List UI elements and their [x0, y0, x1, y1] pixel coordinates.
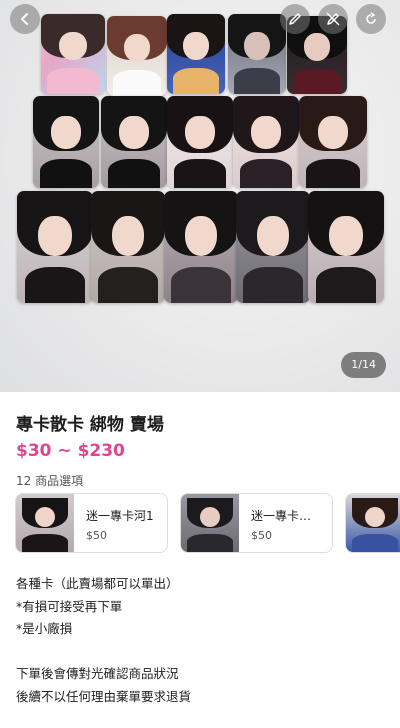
photo-card	[233, 96, 299, 188]
description-line	[16, 641, 191, 664]
option-count: 12 商品選項	[16, 474, 84, 488]
photo-card	[308, 191, 384, 303]
description-line: 後續不以任何理由棄單要求退貨	[16, 688, 192, 704]
description-line: *是小廠損	[16, 621, 73, 636]
photo-card	[91, 191, 165, 303]
product-photo-gallery[interactable]: 1/14	[0, 0, 400, 392]
product-title: 專卡散卡 綁物 賣場	[16, 415, 164, 435]
photo-card	[101, 96, 167, 188]
photo-card	[17, 191, 93, 303]
pencil-icon	[289, 13, 301, 25]
photo-card	[167, 14, 225, 94]
photo-card	[107, 16, 167, 96]
option-name: 迷一專卡河1	[86, 509, 154, 523]
photo-card	[167, 96, 233, 188]
photo-card	[299, 96, 367, 188]
product-option-card[interactable]: 迷一專卡河1 $50	[15, 493, 168, 553]
photo-card	[33, 96, 99, 188]
product-price: $30 ~ $230	[16, 441, 125, 461]
option-name: 迷一專卡…	[251, 509, 312, 523]
edit-alt-button[interactable]	[318, 4, 348, 34]
option-price: $50	[86, 529, 107, 542]
photo-card	[228, 14, 286, 94]
share-icon	[366, 12, 376, 24]
photo-card	[41, 14, 105, 94]
photo-card	[236, 191, 310, 303]
product-option-card[interactable]	[345, 493, 400, 553]
product-description: 各種卡（此賣場都可以單出） *有損可接受再下單 *是小廠損 下單後會傳對光確認商…	[16, 573, 191, 708]
description-line: *有損可接受再下單	[16, 598, 123, 614]
share-button[interactable]	[356, 4, 386, 34]
pencil-slash-icon	[326, 12, 340, 26]
option-thumbnail	[16, 494, 74, 552]
product-options-carousel[interactable]: 迷一專卡河1 $50 迷一專卡… $50	[15, 493, 400, 553]
option-thumbnail	[346, 494, 400, 552]
chevron-left-icon	[21, 13, 28, 25]
description-line: 下單後會傳對光確認商品狀況	[16, 666, 179, 681]
product-option-card[interactable]: 迷一專卡… $50	[180, 493, 333, 553]
gallery-counter: 1/14	[341, 352, 386, 378]
photo-card	[164, 191, 238, 303]
option-price: $50	[251, 529, 272, 542]
option-thumbnail	[181, 494, 239, 552]
description-line: 各種卡（此賣場都可以單出）	[16, 576, 179, 591]
back-button[interactable]	[10, 4, 40, 34]
edit-button[interactable]	[280, 4, 310, 34]
